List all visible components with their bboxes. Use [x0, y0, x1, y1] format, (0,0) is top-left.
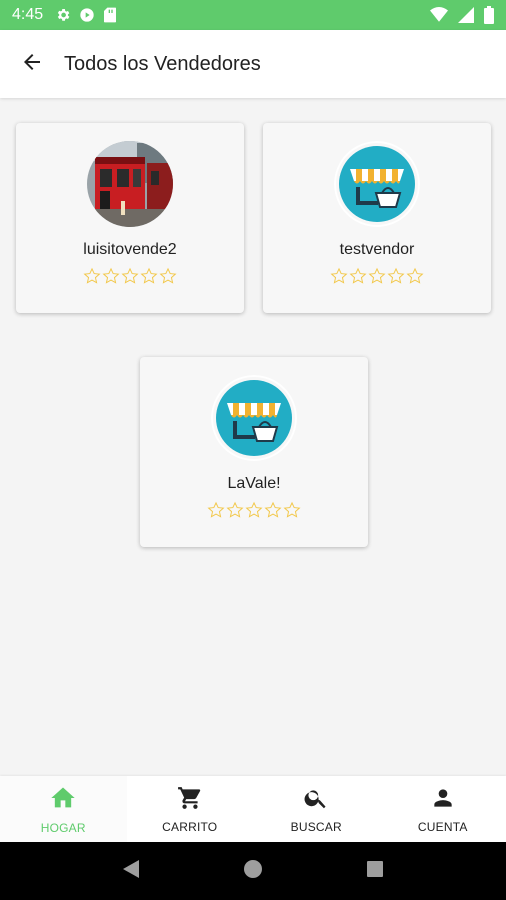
sd-card-icon — [103, 7, 117, 23]
star-outline-icon — [330, 267, 348, 284]
star-outline-icon — [140, 267, 158, 284]
back-triangle-icon[interactable] — [122, 859, 140, 884]
vendor-grid: luisitovende2 testvendor LaVale! — [0, 98, 506, 776]
battery-icon — [484, 6, 494, 24]
recents-square-icon[interactable] — [366, 860, 384, 883]
rating-stars — [330, 267, 424, 285]
play-icon — [79, 7, 95, 23]
store-logo-icon — [334, 141, 420, 227]
nav-label: HOGAR — [40, 820, 86, 835]
rating-stars — [83, 267, 177, 285]
rating-stars — [207, 501, 301, 519]
status-bar: 4:45 — [0, 0, 506, 30]
nav-item-cart[interactable]: CARRITO — [127, 776, 254, 842]
vendor-card[interactable]: luisitovende2 — [16, 123, 244, 313]
star-outline-icon — [406, 267, 424, 284]
signal-icon — [458, 7, 474, 23]
bottom-navigation: HOGAR CARRITO BUSCAR CUENTA — [0, 776, 506, 842]
cart-icon — [177, 785, 203, 816]
person-icon — [430, 785, 456, 816]
status-time: 4:45 — [12, 6, 44, 23]
star-outline-icon — [264, 501, 282, 518]
star-outline-icon — [387, 267, 405, 284]
vendor-avatar — [334, 141, 420, 227]
star-outline-icon — [226, 501, 244, 518]
nav-item-account[interactable]: CUENTA — [380, 776, 506, 842]
page-title: Todos los Vendedores — [64, 52, 261, 75]
vendor-name: testvendor — [339, 241, 415, 258]
star-outline-icon — [349, 267, 367, 284]
search-icon — [303, 785, 329, 816]
vendor-card[interactable]: testvendor — [263, 123, 491, 313]
nav-label: BUSCAR — [290, 819, 342, 834]
app-bar: Todos los Vendedores — [0, 30, 506, 98]
nav-label: CARRITO — [162, 819, 218, 834]
gear-icon — [55, 7, 71, 23]
vendor-card[interactable]: LaVale! — [140, 357, 368, 547]
arrow-back-icon — [20, 50, 44, 79]
store-logo-icon — [211, 375, 297, 461]
star-outline-icon — [283, 501, 301, 518]
vendor-name: LaVale! — [227, 475, 281, 492]
star-outline-icon — [159, 267, 177, 284]
home-circle-icon[interactable] — [243, 859, 263, 884]
star-outline-icon — [102, 267, 120, 284]
nav-label: CUENTA — [417, 819, 468, 834]
vendor-avatar — [87, 141, 173, 227]
vendor-avatar — [211, 375, 297, 461]
nav-item-home[interactable]: HOGAR — [0, 776, 127, 842]
system-navigation — [0, 842, 506, 900]
star-outline-icon — [207, 501, 225, 518]
star-outline-icon — [368, 267, 386, 284]
star-outline-icon — [121, 267, 139, 284]
storefront-photo — [87, 141, 173, 227]
nav-item-search[interactable]: BUSCAR — [253, 776, 380, 842]
vendor-name: luisitovende2 — [83, 241, 177, 258]
star-outline-icon — [83, 267, 101, 284]
home-icon — [49, 784, 77, 817]
back-button[interactable] — [0, 30, 64, 98]
wifi-icon — [430, 7, 448, 23]
star-outline-icon — [245, 501, 263, 518]
